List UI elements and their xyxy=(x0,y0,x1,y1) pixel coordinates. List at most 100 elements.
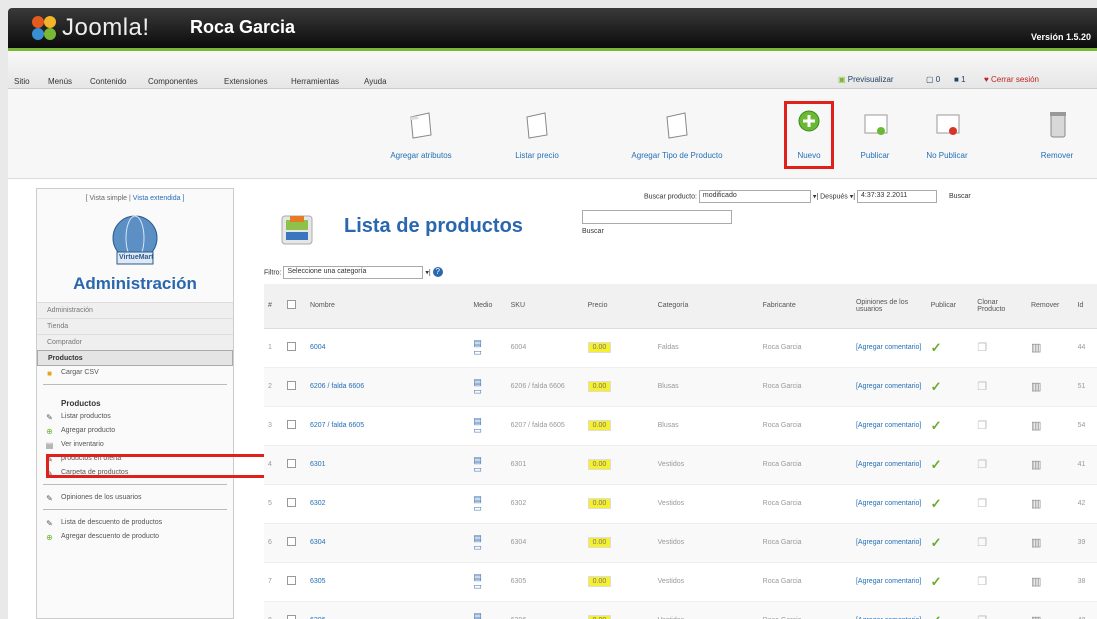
list-price-button[interactable]: Listar precio xyxy=(492,107,582,160)
add-comment-link[interactable]: [Agregar comentario] xyxy=(856,422,921,429)
row-checkbox[interactable] xyxy=(286,537,296,546)
view-simple-link[interactable]: [ Vista simple | xyxy=(86,195,131,202)
menu-componentes[interactable]: Componentes xyxy=(148,77,198,86)
add-comment-link[interactable]: [Agregar comentario] xyxy=(856,383,921,390)
logout-link[interactable]: ♥ Cerrar sesión xyxy=(984,75,1039,84)
media-icon[interactable]: ▤▭ xyxy=(473,377,482,396)
checkmark-icon[interactable]: ✓ xyxy=(931,496,942,511)
row-checkbox[interactable] xyxy=(286,615,296,619)
sidebar-item-listar-productos[interactable]: ✎ Listar productos xyxy=(37,410,233,424)
media-icon[interactable]: ▤▭ xyxy=(473,572,482,591)
add-attributes-button[interactable]: Agregar atributos xyxy=(376,107,466,160)
category-select[interactable]: Seleccione una categoría xyxy=(283,266,424,279)
clone-icon[interactable]: ❐ xyxy=(977,459,987,471)
product-search-button[interactable]: Buscar xyxy=(582,228,604,235)
price-field[interactable]: 0.00 xyxy=(587,459,612,470)
checkmark-icon[interactable]: ✓ xyxy=(931,574,942,589)
price-field[interactable]: 0.00 xyxy=(587,615,612,619)
row-checkbox[interactable] xyxy=(286,459,296,468)
row-checkbox[interactable] xyxy=(286,576,296,585)
price-field[interactable]: 0.00 xyxy=(587,420,612,431)
remove-button[interactable]: Remover xyxy=(1012,107,1097,160)
media-icon[interactable]: ▤▭ xyxy=(473,611,482,619)
trash-icon[interactable]: ▥ xyxy=(1031,615,1041,619)
price-field[interactable]: 0.00 xyxy=(587,342,612,353)
product-name-link[interactable]: 6305 xyxy=(310,578,326,585)
media-icon[interactable]: ▤▭ xyxy=(473,533,482,552)
trash-icon[interactable]: ▥ xyxy=(1031,420,1041,432)
product-name-link[interactable]: 6301 xyxy=(310,461,326,468)
clone-icon[interactable]: ❐ xyxy=(977,381,987,393)
add-comment-link[interactable]: [Agregar comentario] xyxy=(856,461,921,468)
checkmark-icon[interactable]: ✓ xyxy=(931,340,942,355)
clone-icon[interactable]: ❐ xyxy=(977,420,987,432)
row-checkbox[interactable] xyxy=(286,342,296,351)
product-name-link[interactable]: 6304 xyxy=(310,539,326,546)
menu-sitio[interactable]: Sitio xyxy=(14,77,30,86)
trash-icon[interactable]: ▥ xyxy=(1031,537,1041,549)
media-icon[interactable]: ▤▭ xyxy=(473,494,482,513)
product-search-input[interactable] xyxy=(582,210,732,224)
sidebar-section-comprador[interactable]: Comprador xyxy=(37,334,233,350)
checkmark-icon[interactable]: ✓ xyxy=(931,457,942,472)
sidebar-section-tienda[interactable]: Tienda xyxy=(37,318,233,334)
messages-count[interactable]: ▢ 0 xyxy=(926,75,940,84)
checkmark-icon[interactable]: ✓ xyxy=(931,379,942,394)
menu-extensiones[interactable]: Extensiones xyxy=(224,77,268,86)
trash-icon[interactable]: ▥ xyxy=(1031,498,1041,510)
menu-menus[interactable]: Menús xyxy=(48,77,72,86)
row-checkbox[interactable] xyxy=(286,381,296,390)
menu-ayuda[interactable]: Ayuda xyxy=(364,77,387,86)
clone-icon[interactable]: ❐ xyxy=(977,576,987,588)
media-icon[interactable]: ▤▭ xyxy=(473,455,482,474)
row-checkbox[interactable] xyxy=(286,498,296,507)
checkmark-icon[interactable]: ✓ xyxy=(931,418,942,433)
search-date-input[interactable]: 4:37:33 2.2011 xyxy=(857,190,938,203)
add-comment-link[interactable]: [Agregar comentario] xyxy=(856,500,921,507)
media-icon[interactable]: ▤▭ xyxy=(473,416,482,435)
sidebar-item-agregar-producto[interactable]: ⊕ Agregar producto xyxy=(37,424,233,438)
sidebar-item-lista-descuento[interactable]: ✎ Lista de descuento de productos xyxy=(37,516,233,530)
sidebar-item-cargar-csv[interactable]: ■ Cargar CSV xyxy=(37,366,233,380)
price-field[interactable]: 0.00 xyxy=(587,537,612,548)
sidebar-section-productos[interactable]: Productos xyxy=(37,350,233,366)
sidebar-item-opiniones[interactable]: ✎ Opiniones de los usuarios xyxy=(37,491,233,505)
media-icon[interactable]: ▤▭ xyxy=(473,338,482,357)
unpublish-button[interactable]: No Publicar xyxy=(902,107,992,160)
add-comment-link[interactable]: [Agregar comentario] xyxy=(856,578,921,585)
product-name-link[interactable]: 6207 / falda 6605 xyxy=(310,422,364,429)
sidebar-item-agregar-descuento[interactable]: ⊕ Agregar descuento de producto xyxy=(37,530,233,544)
clone-icon[interactable]: ❐ xyxy=(977,342,987,354)
column-header[interactable] xyxy=(282,284,306,329)
price-field[interactable]: 0.00 xyxy=(587,381,612,392)
sidebar-item-ver-inventario[interactable]: ▤ Ver inventario xyxy=(37,438,233,452)
view-extended-link[interactable]: Vista extendida ] xyxy=(133,195,185,202)
product-name-link[interactable]: 6206 / faldа 6606 xyxy=(310,383,364,390)
clone-icon[interactable]: ❐ xyxy=(977,498,987,510)
price-field[interactable]: 0.00 xyxy=(587,576,612,587)
product-name-link[interactable]: 6004 xyxy=(310,344,326,351)
price-field[interactable]: 0.00 xyxy=(587,498,612,509)
users-count[interactable]: ■ 1 xyxy=(954,75,966,84)
product-name-link[interactable]: 6302 xyxy=(310,500,326,507)
add-product-type-button[interactable]: Agregar Tipo de Producto xyxy=(622,107,732,160)
add-comment-link[interactable]: [Agregar comentario] xyxy=(856,539,921,546)
sidebar-section-administracion[interactable]: Administración xyxy=(37,302,233,318)
menu-contenido[interactable]: Contenido xyxy=(90,77,126,86)
add-comment-link[interactable]: [Agregar comentario] xyxy=(856,344,921,351)
checkmark-icon[interactable]: ✓ xyxy=(931,613,942,619)
help-icon[interactable]: ? xyxy=(432,267,443,278)
trash-icon[interactable]: ▥ xyxy=(1031,342,1041,354)
row-checkbox[interactable] xyxy=(286,420,296,429)
menu-herramientas[interactable]: Herramientas xyxy=(291,77,339,86)
checkmark-icon[interactable]: ✓ xyxy=(931,535,942,550)
search-submit-button[interactable]: Buscar xyxy=(949,193,971,200)
select-all-checkbox[interactable] xyxy=(286,300,296,310)
clone-icon[interactable]: ❐ xyxy=(977,537,987,549)
trash-icon[interactable]: ▥ xyxy=(1031,381,1041,393)
trash-icon[interactable]: ▥ xyxy=(1031,459,1041,471)
search-mode-select[interactable]: modificado xyxy=(698,190,811,203)
trash-icon[interactable]: ▥ xyxy=(1031,576,1041,588)
clone-icon[interactable]: ❐ xyxy=(977,615,987,619)
preview-link[interactable]: ▣ Previsualizar xyxy=(838,75,894,84)
